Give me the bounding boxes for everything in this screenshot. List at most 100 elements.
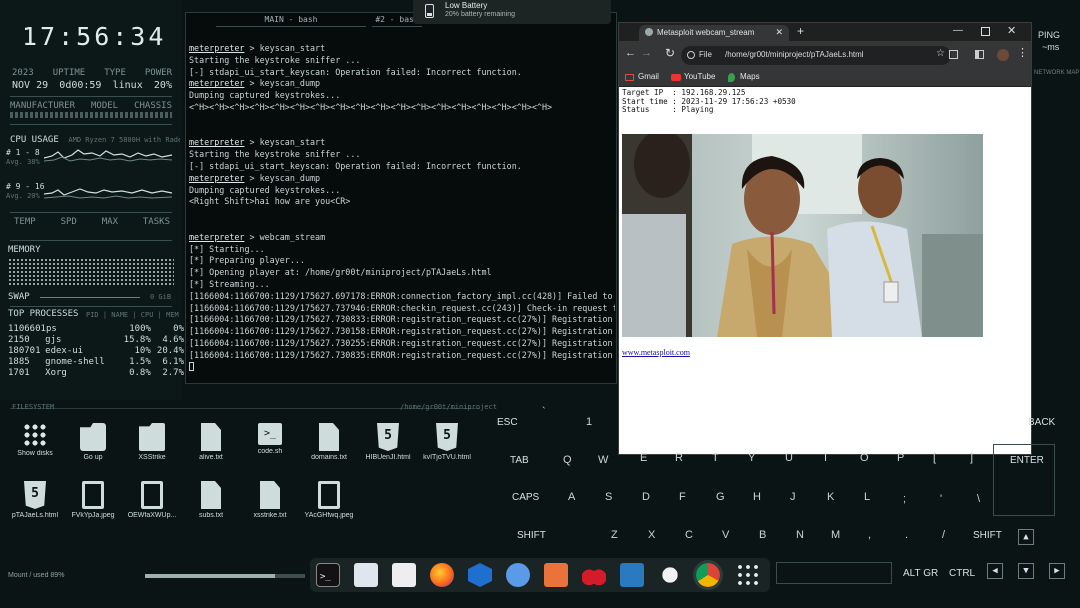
extensions-icon[interactable] [949, 50, 958, 59]
key-quote[interactable]: ' [940, 493, 942, 505]
file-html-3[interactable]: 5 pTAJaeLs.html [5, 481, 65, 519]
key-bracket-right[interactable]: ] [970, 452, 973, 464]
minimize-icon[interactable]: — [953, 25, 963, 36]
key-ctrl[interactable]: CTRL [949, 568, 975, 579]
bookmark-youtube[interactable]: YouTube [684, 72, 715, 81]
reload-icon[interactable]: ↻ [665, 46, 675, 60]
key-caps[interactable]: CAPS [512, 492, 539, 503]
menu-icon[interactable]: ⋮ [1017, 46, 1028, 59]
key-d[interactable]: D [642, 491, 650, 503]
key-y[interactable]: Y [748, 452, 755, 464]
space-key[interactable] [776, 562, 892, 584]
tools-icon[interactable] [620, 563, 644, 587]
key-a[interactable]: A [568, 491, 575, 503]
back-icon[interactable]: ← [625, 47, 636, 59]
key-f[interactable]: F [679, 491, 686, 503]
info-icon[interactable] [687, 51, 695, 59]
arrow-left-icon[interactable]: ◀ [987, 563, 1003, 579]
key-tab[interactable]: TAB [510, 455, 529, 466]
app-grid-icon[interactable] [736, 563, 760, 587]
arrow-up-icon[interactable]: ▲ [1018, 529, 1034, 545]
key-z[interactable]: Z [611, 529, 618, 541]
key-enter[interactable]: ENTER [1010, 455, 1044, 466]
key-p[interactable]: P [897, 452, 904, 464]
key-esc[interactable]: ESC [497, 417, 518, 428]
key-alt-gr[interactable]: ALT GR [903, 568, 938, 579]
files-app-icon[interactable] [354, 563, 378, 587]
key-s[interactable]: S [605, 491, 612, 503]
key-semicolon[interactable]: ; [903, 493, 906, 505]
key-i[interactable]: I [824, 452, 827, 464]
bookmark-maps[interactable]: Maps [740, 72, 760, 81]
key-t[interactable]: T [712, 452, 719, 464]
key-x[interactable]: X [648, 529, 655, 541]
key-j[interactable]: J [790, 491, 796, 503]
file-go-up[interactable]: Go up [63, 423, 123, 461]
file-html-1[interactable]: 5 HIBUenJI.html [358, 423, 418, 461]
tab-close-icon[interactable]: ✕ [775, 27, 783, 38]
terminal-window[interactable]: MAIN - bash #2 - bash meterpreter > keys… [185, 12, 617, 384]
key-r[interactable]: R [675, 452, 683, 464]
key-c[interactable]: C [685, 529, 693, 541]
firefox-icon[interactable] [430, 563, 454, 587]
key-backtick[interactable]: ` [542, 406, 546, 418]
browser-tab[interactable]: Metasploit webcam_stream ✕ [639, 25, 789, 41]
key-period[interactable]: . [905, 529, 908, 541]
file-xsstrike-txt[interactable]: xsstrike.txt [240, 481, 300, 519]
key-v[interactable]: V [722, 529, 729, 541]
bookmark-gmail[interactable]: Gmail [638, 72, 659, 81]
key-e[interactable]: E [640, 452, 647, 464]
key-m[interactable]: M [831, 529, 840, 541]
arrow-down-icon[interactable]: ▼ [1018, 563, 1034, 579]
text-editor-icon[interactable] [392, 563, 416, 587]
file-alive-txt[interactable]: alive.txt [181, 423, 241, 461]
file-jpeg-1[interactable]: FVkYpJa.jpeg [63, 481, 123, 519]
file-xsstrike[interactable]: XSStrike [122, 423, 182, 461]
address-bar[interactable]: File /home/gr00t/miniproject/pTAJaeLs.ht… [681, 46, 951, 65]
wireshark-icon[interactable] [506, 563, 530, 587]
key-bracket-left[interactable]: [ [933, 452, 936, 464]
file-jpeg-2[interactable]: OEWfaXWUp... [122, 481, 182, 519]
arrow-right-icon[interactable]: ▶ [1049, 563, 1065, 579]
key-b[interactable]: B [759, 529, 766, 541]
file-domains-txt[interactable]: domains.txt [299, 423, 359, 461]
battery-notification[interactable]: Low Battery 20% battery remaining [413, 0, 611, 24]
key-o[interactable]: O [860, 452, 869, 464]
terminal-app-icon[interactable]: >_ [316, 563, 340, 587]
close-icon[interactable]: ✕ [1007, 24, 1016, 37]
key-comma[interactable]: , [868, 529, 871, 541]
file-html-2[interactable]: 5 kvITjoTVU.html [417, 423, 477, 461]
key-q[interactable]: Q [563, 454, 572, 466]
settings-gear-icon[interactable] [658, 563, 682, 587]
cherry-icon[interactable] [582, 563, 606, 587]
key-back[interactable]: BACK [1028, 417, 1055, 428]
key-l[interactable]: L [864, 491, 870, 503]
profile-avatar[interactable] [997, 49, 1009, 61]
key-u[interactable]: U [785, 452, 793, 464]
maximize-icon[interactable] [981, 27, 990, 36]
chrome-icon[interactable] [693, 560, 723, 590]
key-slash[interactable]: / [942, 529, 945, 541]
key-k[interactable]: K [827, 491, 834, 503]
key-shift-right[interactable]: SHIFT [973, 530, 1002, 541]
file-show-disks[interactable]: Show disks [5, 423, 65, 457]
new-tab-icon[interactable]: + [797, 24, 804, 38]
forward-icon[interactable]: → [641, 47, 652, 59]
burp-icon[interactable] [544, 563, 568, 587]
file-code-sh[interactable]: >_ code.sh [240, 423, 300, 455]
key-g[interactable]: G [716, 491, 725, 503]
key-n[interactable]: N [796, 529, 804, 541]
bookmark-star-icon[interactable]: ☆ [936, 48, 945, 59]
tab-main[interactable]: MAIN - bash [216, 15, 366, 27]
metasploit-icon[interactable] [468, 563, 492, 587]
key-1[interactable]: 1 [586, 416, 592, 428]
metasploit-link[interactable]: www.metasploit.com [622, 348, 690, 357]
browser-window[interactable]: Metasploit webcam_stream ✕ + — ✕ ← → ↻ F… [618, 22, 1032, 455]
key-h[interactable]: H [753, 491, 761, 503]
key-w[interactable]: W [598, 454, 608, 466]
side-panel-icon[interactable] [975, 50, 984, 59]
key-backslash[interactable]: \ [977, 493, 980, 505]
key-shift-left[interactable]: SHIFT [517, 530, 546, 541]
file-jpeg-3[interactable]: YAcGHfwq.jpeg [299, 481, 359, 519]
file-subs-txt[interactable]: subs.txt [181, 481, 241, 519]
